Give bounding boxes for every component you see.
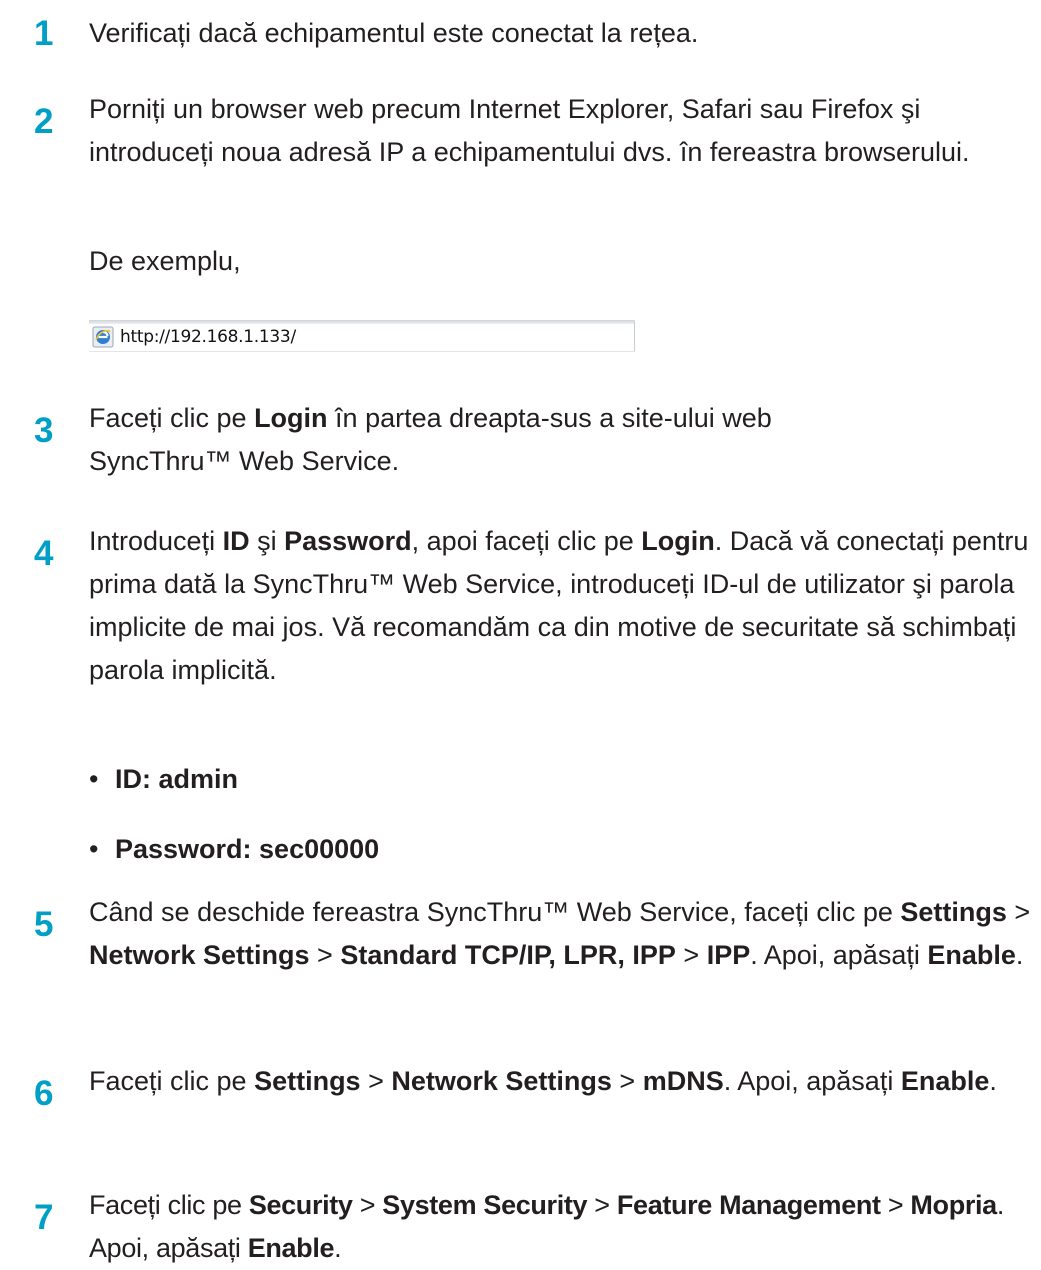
step-text: Faceți clic pe Login în partea dreapta-s… [89,403,772,476]
step-text: Faceți clic pe Security > System Securit… [89,1190,1004,1263]
step-number: 7 [34,1198,54,1237]
step-text: Când se deschide fereastra SyncThru™ Web… [89,897,1031,970]
step-text: Introduceți ID şi Password, apoi faceți … [89,526,1029,685]
example-label: De exemplu, [89,246,241,276]
step-text: Faceți clic pe Settings > Network Settin… [89,1066,997,1096]
url-text: http://192.168.1.133/ [120,327,296,347]
step-number: 6 [34,1074,54,1113]
step-number: 1 [34,14,54,53]
step-number: 4 [34,534,54,573]
step-number: 5 [34,905,54,944]
internet-explorer-icon [92,326,114,348]
browser-address-bar: http://192.168.1.133/ [89,320,635,352]
step-number: 2 [34,102,54,141]
step-text: Porniți un browser web precum Internet E… [89,94,970,167]
step-number: 3 [34,411,54,450]
step-text: Verificați dacă echipamentul este conect… [89,18,699,48]
